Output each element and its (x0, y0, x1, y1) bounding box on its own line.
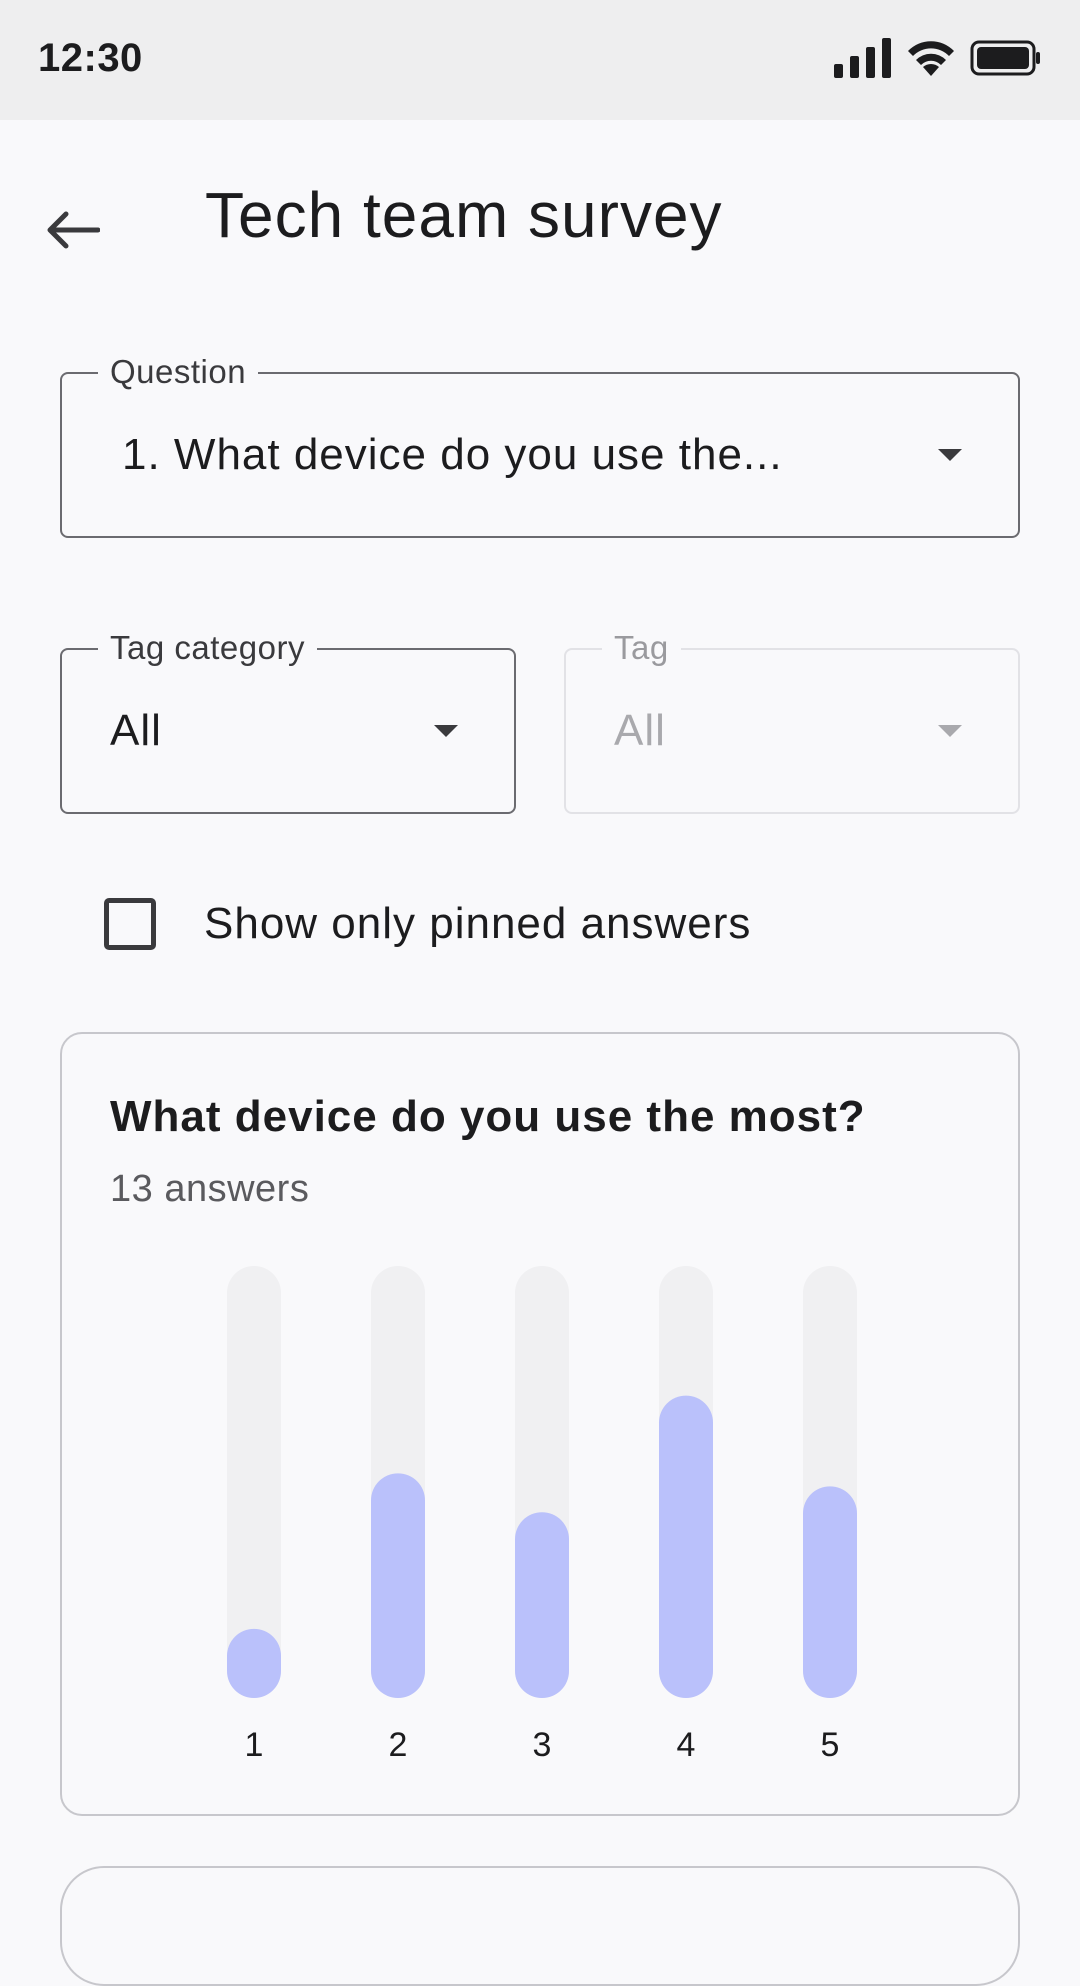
x-tick-label: 3 (533, 1726, 552, 1764)
bar-chart: 1 2 3 4 5 (227, 1266, 857, 1764)
tag-dropdown-value: All (614, 706, 666, 755)
status-time: 12:30 (38, 36, 143, 80)
x-tick-label: 4 (677, 1726, 696, 1764)
wifi-icon (908, 41, 954, 76)
tag-category-dropdown-label: Tag category (98, 628, 317, 668)
dropdown-arrow-icon (938, 449, 962, 461)
result-card: What device do you use the most? 13 answ… (60, 1032, 1020, 1816)
tag-dropdown-label: Tag (602, 628, 681, 668)
bar-4 (659, 1395, 713, 1698)
question-dropdown-label: Question (98, 352, 259, 392)
back-button[interactable] (30, 188, 114, 272)
status-icons (834, 38, 1042, 78)
page-title: Tech team survey (205, 179, 723, 251)
pinned-answers-label: Show only pinned answers (204, 899, 752, 948)
next-result-card (60, 1866, 1020, 1986)
tag-dropdown: Tag All (564, 628, 1020, 814)
status-bar: 12:30 (0, 0, 1080, 120)
tag-category-dropdown-value: All (110, 706, 162, 755)
pinned-answers-checkbox-row[interactable]: Show only pinned answers (104, 896, 751, 952)
x-tick-label: 5 (821, 1726, 840, 1764)
arrow-back-icon (47, 211, 100, 249)
cellular-signal-icon (834, 38, 891, 78)
dropdown-arrow-icon (938, 725, 962, 737)
x-tick-label: 1 (245, 1726, 264, 1764)
pinned-answers-checkbox[interactable] (104, 898, 156, 950)
bar-5 (803, 1486, 857, 1698)
bar-1 (227, 1628, 281, 1698)
battery-icon (970, 40, 1040, 76)
x-tick-label: 2 (389, 1726, 408, 1764)
app-bar: Tech team survey (0, 120, 1080, 310)
bar-2 (371, 1473, 425, 1698)
question-dropdown[interactable]: Question 1. What device do you use the..… (60, 352, 1020, 538)
dropdown-arrow-icon (434, 725, 458, 737)
tag-category-dropdown[interactable]: Tag category All (60, 628, 516, 814)
question-dropdown-value: 1. What device do you use the... (122, 430, 783, 479)
bar-3 (515, 1512, 569, 1698)
